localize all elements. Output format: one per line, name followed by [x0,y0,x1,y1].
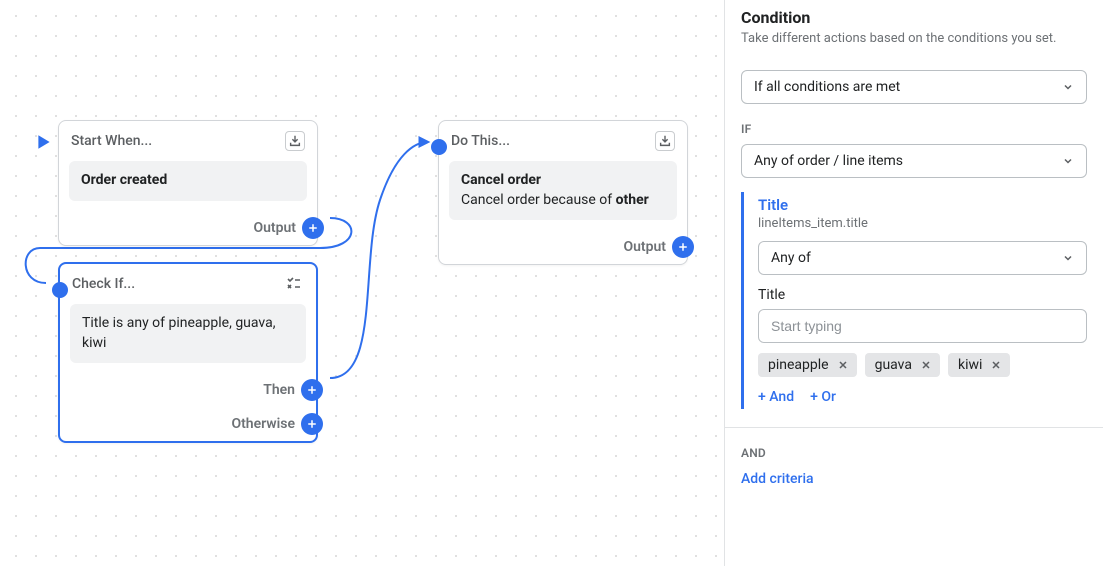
then-port[interactable] [301,379,323,401]
node-check-if[interactable]: Check If... Title is any of pineapple, g… [58,262,318,443]
workflow-canvas[interactable]: Start When... Order created Output Check… [0,0,724,566]
node-start-header: Start When... [71,133,152,149]
add-criteria-button[interactable]: Add criteria [741,471,814,487]
output-port[interactable] [672,236,694,258]
input-port[interactable] [52,282,68,298]
criteria-block: Title lineItems_item.title Any of Title … [741,192,1087,409]
condition-panel: Condition Take different actions based o… [724,0,1103,566]
chevron-down-icon [1062,155,1074,167]
add-or-button[interactable]: + Or [810,389,836,405]
chevron-down-icon [1062,81,1074,93]
if-section-label: IF [725,104,1103,144]
tag-pineapple[interactable]: pineapple [758,353,857,377]
condition-icon [284,274,304,294]
otherwise-label: Otherwise [231,416,295,432]
tag-kiwi[interactable]: kiwi [948,353,1010,377]
input-port[interactable] [431,139,447,155]
scope-select[interactable]: Any of order / line items [741,144,1087,178]
and-section-label: AND [725,428,1103,468]
match-mode-select[interactable]: If all conditions are met [741,70,1087,104]
node-check-body: Title is any of pineapple, guava, kiwi [70,304,306,363]
criteria-field-path: lineItems_item.title [758,216,1087,231]
tag-guava[interactable]: guava [865,353,940,377]
node-do-this[interactable]: Do This... Cancel order Cancel order bec… [438,120,688,265]
criteria-field-title[interactable]: Title [758,196,1087,214]
output-port[interactable] [302,217,324,239]
value-field-label: Title [758,287,1087,303]
output-label: Output [253,220,296,236]
node-action-body: Cancel order Cancel order because of oth… [449,161,677,220]
criteria-tags: pineapple guava kiwi [758,353,1087,377]
close-icon[interactable] [918,357,934,373]
chevron-down-icon [1062,252,1074,264]
import-icon[interactable] [655,131,675,151]
output-label: Output [623,239,666,255]
close-icon[interactable] [988,357,1004,373]
node-action-header: Do This... [451,133,510,149]
panel-title: Condition [741,8,1087,27]
then-label: Then [263,382,295,398]
operator-select[interactable]: Any of [758,241,1087,275]
otherwise-port[interactable] [301,413,323,435]
import-icon[interactable] [285,131,305,151]
node-check-header: Check If... [72,276,135,292]
node-start-body: Order created [69,161,307,201]
node-start[interactable]: Start When... Order created Output [58,120,318,246]
criteria-value-input[interactable] [758,309,1087,343]
add-and-button[interactable]: + And [758,389,794,405]
panel-subtitle: Take different actions based on the cond… [741,31,1087,46]
start-handle-icon [35,133,53,151]
close-icon[interactable] [835,357,851,373]
